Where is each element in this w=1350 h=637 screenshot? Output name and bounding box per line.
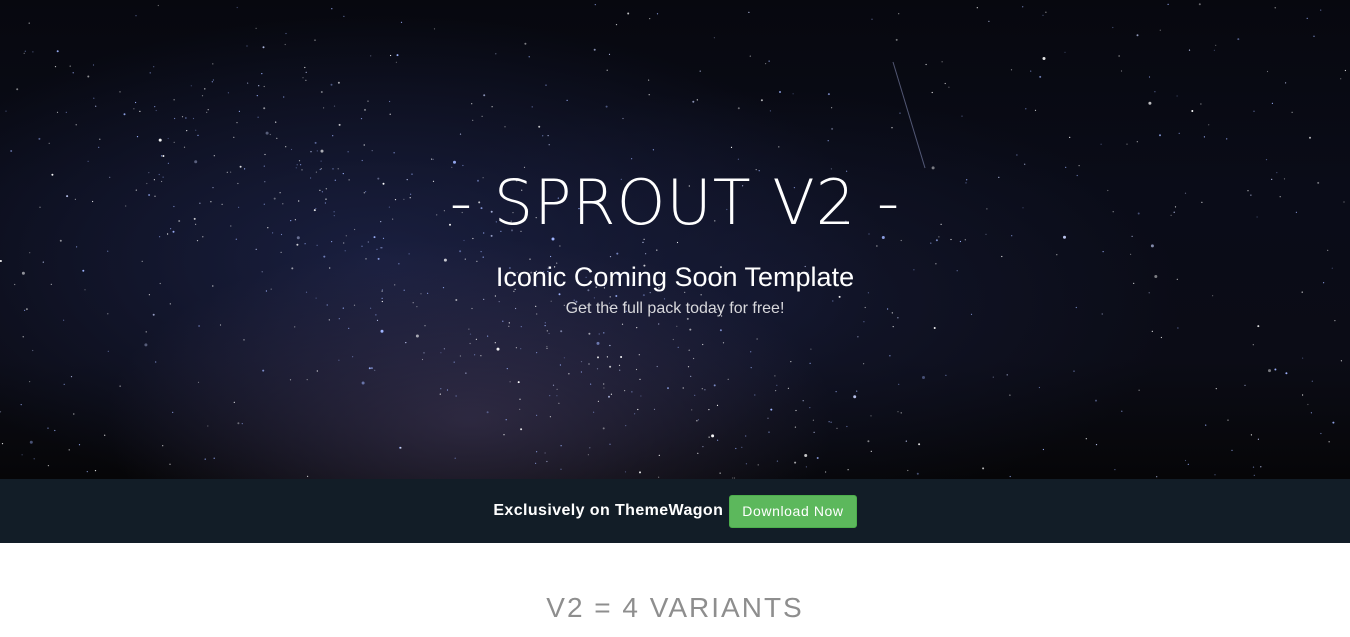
hero-tagline: Get the full pack today for free!: [565, 300, 785, 317]
variants-heading: V2 = 4 VARIANTS: [546, 592, 804, 623]
promo-text: Exclusively on ThemeWagon: [493, 502, 724, 519]
download-now-button[interactable]: Download Now: [729, 494, 857, 528]
promo-bar: Exclusively on ThemeWagon Download Now: [0, 479, 1350, 543]
hero-title: - SPROUT V2 -: [449, 166, 901, 239]
hero-content: - SPROUT V2 - Iconic Coming Soon Templat…: [0, 0, 1350, 479]
variants-section: V2 = 4 VARIANTS: [0, 543, 1350, 637]
hero-section: - SPROUT V2 - Iconic Coming Soon Templat…: [0, 0, 1350, 479]
hero-subtitle: Iconic Coming Soon Template: [495, 262, 855, 292]
